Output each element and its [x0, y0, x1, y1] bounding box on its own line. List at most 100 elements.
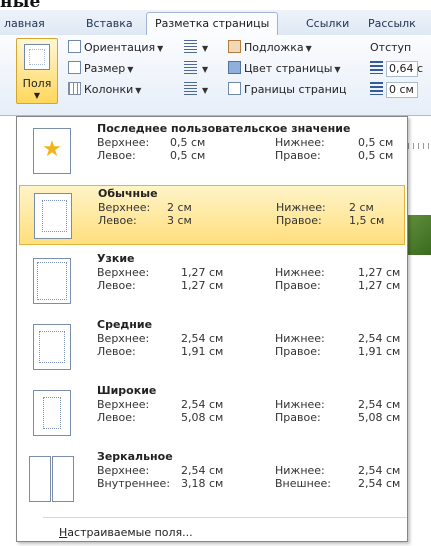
ribbon-tab-bar: лавная Вставка Разметка страницы Ссылки … — [0, 10, 431, 36]
line-numbers-button[interactable]: ▼ — [184, 60, 208, 78]
mirrored-pages-icon — [29, 456, 75, 502]
breaks-button[interactable]: ▼ — [184, 39, 208, 57]
orientation-label: Ориентация — [84, 41, 156, 54]
tab-page-layout[interactable]: Разметка страницы — [146, 12, 279, 36]
margin-preset-narrow[interactable]: Узкие Верхнее: 1,27 см Нижнее: 1,27 см Л… — [19, 251, 405, 311]
bottom-value: 2,54 см — [358, 398, 401, 411]
margin-preset-moderate[interactable]: Средние Верхнее: 2,54 см Нижнее: 2,54 см… — [19, 317, 405, 377]
margin-guides — [43, 397, 61, 429]
right-value: 1,5 см — [349, 214, 385, 227]
page-thumbnail-icon — [33, 390, 71, 436]
page-thumbnail-icon — [33, 324, 71, 370]
margin-guides — [42, 200, 67, 232]
columns-icon — [68, 82, 81, 95]
inside-label: Внутреннее: — [97, 477, 171, 490]
left-value: 1,27 см — [181, 279, 224, 292]
right-label: Правое: — [275, 149, 321, 162]
indent-right-field[interactable]: 0 см — [370, 81, 418, 99]
top-label: Верхнее: — [97, 266, 150, 279]
right-label: Правое: — [275, 411, 321, 424]
tab-mailings[interactable]: Рассылк — [364, 14, 420, 34]
left-label: Левое: — [97, 411, 136, 424]
top-label: Верхнее: — [97, 136, 150, 149]
indent-left-field[interactable]: 0,64 с — [370, 60, 423, 78]
indent-right-icon — [370, 82, 383, 95]
margins-button[interactable]: Поля ▼ — [16, 38, 58, 104]
page-borders-icon — [228, 82, 241, 95]
right-value: 1,91 см — [358, 345, 401, 358]
size-icon — [68, 61, 81, 74]
left-label: Левое: — [98, 214, 137, 227]
page-borders-button[interactable]: Границы страниц — [228, 81, 346, 99]
bottom-value: 2 см — [349, 201, 374, 214]
indent-right-value: 0 см — [386, 82, 418, 98]
left-page-thumbnail — [29, 456, 51, 502]
margin-guides — [39, 331, 65, 363]
bottom-value: 2,54 см — [358, 464, 401, 477]
breaks-icon — [184, 40, 197, 53]
page-color-icon — [228, 61, 241, 74]
left-label: Левое: — [97, 279, 136, 292]
hyphenation-icon — [184, 82, 197, 95]
right-value: 1,27 см — [358, 279, 401, 292]
chevron-down-icon: ▼ — [334, 65, 341, 74]
top-value: 2,54 см — [181, 464, 224, 477]
bottom-label: Нижнее: — [276, 201, 326, 214]
columns-label: Колонки — [84, 83, 134, 96]
right-label: Правое: — [275, 279, 321, 292]
left-value: 5,08 см — [181, 411, 224, 424]
chevron-down-icon: ▼ — [33, 91, 41, 100]
tab-references[interactable]: Ссылки — [302, 14, 353, 34]
bottom-label: Нижнее: — [275, 332, 325, 345]
columns-button[interactable]: Колонки ▼ — [68, 81, 141, 99]
left-label: Левое: — [97, 149, 136, 162]
preset-name: Последнее пользовательское значение — [97, 122, 351, 135]
preset-name: Зеркальное — [97, 450, 173, 463]
margin-preset-wide[interactable]: Широкие Верхнее: 2,54 см Нижнее: 2,54 см… — [19, 383, 405, 443]
indent-left-value: 0,64 с — [386, 61, 423, 77]
bottom-value: 1,27 см — [358, 266, 401, 279]
outside-value: 2,54 см — [358, 477, 401, 490]
document-image-fragment — [408, 215, 431, 255]
chevron-down-icon: ▼ — [135, 86, 142, 95]
top-value: 2,54 см — [181, 332, 224, 345]
ruler — [408, 143, 431, 149]
bottom-value: 0,5 см — [358, 136, 394, 149]
chevron-down-icon: ▼ — [202, 44, 209, 53]
custom-margins-button[interactable]: Настраиваемые поля... — [59, 526, 193, 539]
inside-value: 3,18 см — [181, 477, 224, 490]
margin-preset-last-custom[interactable]: ★ Последнее пользовательское значение Ве… — [19, 121, 405, 181]
margin-preset-mirrored[interactable]: Зеркальное Верхнее: 2,54 см Нижнее: 2,54… — [19, 449, 405, 509]
star-icon: ★ — [42, 137, 62, 162]
margin-guides — [37, 262, 67, 300]
left-value: 1,91 см — [181, 345, 224, 358]
left-value: 3 см — [167, 214, 192, 227]
margin-preset-normal[interactable]: Обычные Верхнее: 2 см Нижнее: 2 см Левое… — [19, 185, 405, 245]
preset-name: Узкие — [97, 252, 135, 265]
preset-name: Средние — [97, 318, 153, 331]
size-button[interactable]: Размер ▼ — [68, 60, 133, 78]
left-label: Левое: — [97, 345, 136, 358]
outside-label: Внешнее: — [275, 477, 332, 490]
tab-insert[interactable]: Вставка — [82, 14, 137, 34]
page-thumbnail-icon — [34, 193, 72, 239]
watermark-label: Подложка — [244, 41, 304, 54]
menu-divider — [43, 517, 407, 518]
indent-left-icon — [370, 61, 383, 74]
chevron-down-icon: ▼ — [127, 65, 134, 74]
hyphenation-button[interactable]: ▼ — [184, 81, 208, 99]
right-value: 0,5 см — [358, 149, 394, 162]
top-label: Верхнее: — [97, 464, 150, 477]
page-color-button[interactable]: Цвет страницы ▼ — [228, 60, 341, 78]
watermark-icon — [228, 40, 241, 53]
bottom-label: Нижнее: — [275, 464, 325, 477]
orientation-button[interactable]: Ориентация ▼ — [68, 39, 163, 57]
tab-home[interactable]: лавная — [0, 14, 49, 34]
right-label: Правое: — [276, 214, 322, 227]
right-page-thumbnail — [52, 456, 74, 502]
bottom-label: Нижнее: — [275, 398, 325, 411]
top-value: 2,54 см — [181, 398, 224, 411]
orientation-icon — [68, 40, 81, 53]
margins-icon — [24, 44, 50, 70]
watermark-button[interactable]: Подложка ▼ — [228, 39, 312, 57]
